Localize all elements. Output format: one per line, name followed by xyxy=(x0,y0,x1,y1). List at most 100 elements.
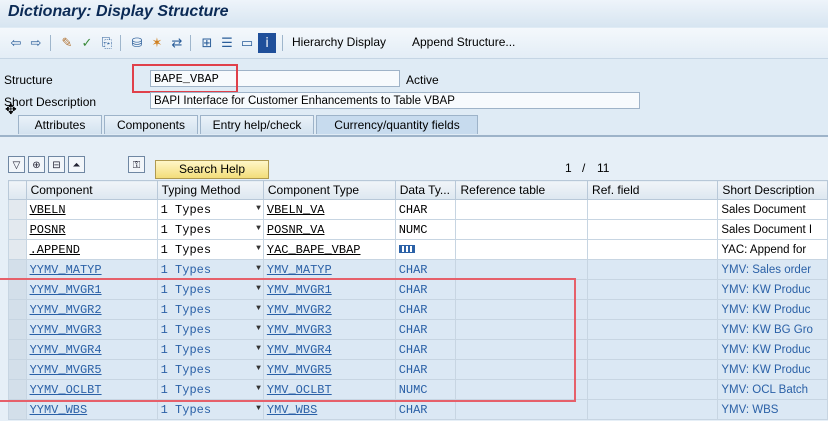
structure-field[interactable]: BAPE_VBAP xyxy=(150,70,400,87)
ref-field-cell[interactable] xyxy=(587,399,719,420)
row-selector[interactable] xyxy=(8,359,27,380)
row-selector[interactable] xyxy=(8,399,27,420)
ref-field-cell[interactable] xyxy=(587,219,719,240)
row-selector[interactable] xyxy=(8,219,27,240)
activate-icon[interactable]: ✶ xyxy=(148,33,166,53)
info-icon[interactable]: i xyxy=(258,33,276,53)
append-structure-button[interactable]: Append Structure... xyxy=(412,35,515,49)
dropdown-arrow-icon[interactable]: ▼ xyxy=(256,324,261,333)
reference-table-cell[interactable] xyxy=(455,199,589,220)
check-icon[interactable]: ✓ xyxy=(78,33,96,53)
table-row[interactable]: YYMV_MVGR4 1 Types ▼ YMV_MVGR4 CHAR YMV: KW P… xyxy=(8,339,828,360)
tab-attributes[interactable]: Attributes xyxy=(18,115,102,134)
move-up-icon[interactable]: ⏶ xyxy=(68,156,85,173)
typing-method-cell[interactable]: 1 Types ▼ xyxy=(156,359,264,380)
reference-table-cell[interactable] xyxy=(455,239,589,260)
typing-method-cell[interactable]: 1 Types ▼ xyxy=(156,319,264,340)
object-list-icon[interactable]: ⛁ xyxy=(128,33,146,53)
ref-field-cell[interactable] xyxy=(587,319,719,340)
table-row[interactable]: YYMV_MVGR3 1 Types ▼ YMV_MVGR3 CHAR YMV: KW B… xyxy=(8,319,828,340)
dropdown-arrow-icon[interactable]: ▼ xyxy=(256,304,261,313)
reference-table-cell[interactable] xyxy=(455,299,589,320)
delete-row-icon[interactable]: ⊟ xyxy=(48,156,65,173)
forward-arrow-icon[interactable]: ⇨ xyxy=(28,33,44,53)
row-selector[interactable] xyxy=(8,319,27,340)
component-type-cell[interactable]: YMV_MVGR1 xyxy=(262,279,396,300)
layout-icon[interactable]: ☰ xyxy=(218,33,236,53)
navigation-icon[interactable]: ⇄ xyxy=(168,33,186,53)
row-selector[interactable] xyxy=(8,259,27,280)
table-row[interactable]: POSNR 1 Types ▼ POSNR_VA NUMC Sales Document … xyxy=(8,219,828,240)
component-cell[interactable]: POSNR xyxy=(25,219,158,240)
tab-entry-help[interactable]: Entry help/check xyxy=(200,115,314,134)
typing-method-cell[interactable]: 1 Types ▼ xyxy=(156,339,264,360)
where-used-icon[interactable]: ⎘ xyxy=(98,33,116,53)
key-icon[interactable]: ⚿ xyxy=(128,156,145,173)
ref-field-cell[interactable] xyxy=(587,379,719,400)
typing-method-cell[interactable]: 1 Types ▼ xyxy=(156,199,264,220)
typing-method-cell[interactable]: 1 Types ▼ xyxy=(156,259,264,280)
insert-row-icon[interactable]: ⊕ xyxy=(28,156,45,173)
component-cell[interactable]: YYMV_OCLBT xyxy=(25,379,158,400)
row-selector[interactable] xyxy=(8,339,27,360)
table-row[interactable]: VBELN 1 Types ▼ VBELN_VA CHAR Sales Document xyxy=(8,199,828,220)
dropdown-arrow-icon[interactable]: ▼ xyxy=(256,364,261,373)
dropdown-arrow-icon[interactable]: ▼ xyxy=(256,384,261,393)
component-cell[interactable]: YYMV_MVGR3 xyxy=(25,319,158,340)
reference-table-cell[interactable] xyxy=(455,319,589,340)
row-selector[interactable] xyxy=(8,299,27,320)
table-row[interactable]: YYMV_MATYP 1 Types ▼ YMV_MATYP CHAR YMV: Sale… xyxy=(8,259,828,280)
ref-field-cell[interactable] xyxy=(587,299,719,320)
typing-method-cell[interactable]: 1 Types ▼ xyxy=(156,299,264,320)
component-type-cell[interactable]: YAC_BAPE_VBAP xyxy=(262,239,396,260)
typing-method-cell[interactable]: 1 Types ▼ xyxy=(156,219,264,240)
table-row[interactable]: .APPEND 1 Types ▼ YAC_BAPE_VBAP YAC: Append … xyxy=(8,239,828,260)
component-cell[interactable]: VBELN xyxy=(25,199,158,220)
typing-method-cell[interactable]: 1 Types ▼ xyxy=(156,399,264,420)
reference-table-cell[interactable] xyxy=(455,379,589,400)
search-help-button[interactable]: Search Help xyxy=(155,160,269,179)
dropdown-arrow-icon[interactable]: ▼ xyxy=(256,284,261,293)
ref-field-cell[interactable] xyxy=(587,199,719,220)
component-type-cell[interactable]: VBELN_VA xyxy=(262,199,396,220)
component-cell[interactable]: YYMV_MVGR2 xyxy=(25,299,158,320)
component-cell[interactable]: YYMV_MVGR5 xyxy=(25,359,158,380)
component-cell[interactable]: .APPEND xyxy=(25,239,158,260)
table-row[interactable]: YYMV_WBS 1 Types ▼ YMV_WBS CHAR YMV: WBS xyxy=(8,399,828,420)
header-typing-method[interactable]: Typing Method xyxy=(156,180,264,200)
ref-field-cell[interactable] xyxy=(587,359,719,380)
component-type-cell[interactable]: YMV_WBS xyxy=(262,399,396,420)
table-row[interactable]: YYMV_MVGR2 1 Types ▼ YMV_MVGR2 CHAR YMV: KW P… xyxy=(8,299,828,320)
component-type-cell[interactable]: YMV_MATYP xyxy=(262,259,396,280)
header-select[interactable] xyxy=(8,180,27,200)
header-component[interactable]: Component xyxy=(25,180,158,200)
component-cell[interactable]: YYMV_MATYP xyxy=(25,259,158,280)
row-selector[interactable] xyxy=(8,379,27,400)
table-row[interactable]: YYMV_OCLBT 1 Types ▼ YMV_OCLBT NUMC YMV: OCL … xyxy=(8,379,828,400)
component-type-cell[interactable]: YMV_MVGR3 xyxy=(262,319,396,340)
header-reference-table[interactable]: Reference table xyxy=(455,180,589,200)
typing-method-cell[interactable]: 1 Types ▼ xyxy=(156,379,264,400)
reference-table-cell[interactable] xyxy=(455,279,589,300)
ref-field-cell[interactable] xyxy=(587,259,719,280)
reference-table-cell[interactable] xyxy=(455,359,589,380)
typing-method-cell[interactable]: 1 Types ▼ xyxy=(156,279,264,300)
component-type-cell[interactable]: YMV_OCLBT xyxy=(262,379,396,400)
tab-currency-quantity[interactable]: Currency/quantity fields xyxy=(316,115,478,134)
row-selector[interactable] xyxy=(8,279,27,300)
table-row[interactable]: YYMV_MVGR5 1 Types ▼ YMV_MVGR5 CHAR YMV: KW P… xyxy=(8,359,828,380)
dropdown-arrow-icon[interactable]: ▼ xyxy=(256,264,261,273)
table-row[interactable]: YYMV_MVGR1 1 Types ▼ YMV_MVGR1 CHAR YMV: KW P… xyxy=(8,279,828,300)
dropdown-arrow-icon[interactable]: ▼ xyxy=(256,344,261,353)
hierarchy-display-button[interactable]: Hierarchy Display xyxy=(292,35,386,49)
component-type-cell[interactable]: POSNR_VA xyxy=(262,219,396,240)
ref-field-cell[interactable] xyxy=(587,239,719,260)
dropdown-arrow-icon[interactable]: ▼ xyxy=(256,204,261,213)
ref-field-cell[interactable] xyxy=(587,279,719,300)
component-cell[interactable]: YYMV_MVGR4 xyxy=(25,339,158,360)
header-ref-field[interactable]: Ref. field xyxy=(587,180,719,200)
dropdown-arrow-icon[interactable]: ▼ xyxy=(256,404,261,413)
hierarchy-icon[interactable]: ⊞ xyxy=(198,33,216,53)
short-description-field[interactable]: BAPI Interface for Customer Enhancements… xyxy=(150,92,640,109)
header-data-type[interactable]: Data Ty... xyxy=(394,180,457,200)
